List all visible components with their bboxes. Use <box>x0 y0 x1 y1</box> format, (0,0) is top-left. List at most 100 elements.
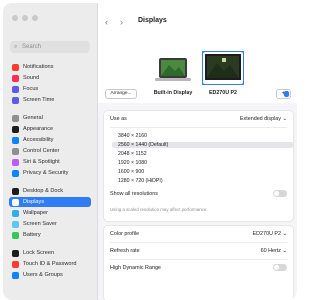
sidebar-item-users-groups[interactable]: Users & Groups <box>9 270 91 280</box>
titlebar: ‹ › Displays <box>98 3 297 38</box>
sidebar-item-control-center[interactable]: Control Center <box>9 146 91 156</box>
sidebar-item-desktop-dock[interactable]: Desktop & Dock <box>9 186 91 196</box>
battery-icon <box>12 231 19 239</box>
sidebar-item-label: Screen Time <box>23 97 55 103</box>
use-as-label: Use as <box>110 116 127 122</box>
color-profile-label: Color profile <box>110 231 140 237</box>
color-profile-popup[interactable]: ED270U P2 ⌄ <box>253 231 288 237</box>
divider <box>110 259 287 260</box>
close-window-button[interactable] <box>12 15 18 21</box>
search-icon: ⌕ <box>14 44 18 50</box>
use-as-popup[interactable]: Extended display ⌄ <box>240 116 287 122</box>
hand-icon <box>12 169 19 177</box>
resolution-option[interactable]: 1920 × 1080 <box>118 160 147 166</box>
hdr-label: High Dynamic Range <box>110 265 161 271</box>
sidebar-item-screen-time[interactable]: Screen Time <box>9 95 91 105</box>
sidebar-item-label: Screen Saver <box>23 221 57 227</box>
moon-icon <box>12 85 19 93</box>
gear-icon <box>12 114 19 122</box>
sidebar-item-wallpaper[interactable]: Wallpaper <box>9 208 91 218</box>
appearance-icon <box>12 125 19 133</box>
screensaver-icon <box>12 220 19 228</box>
scaled-resolution-note: Using a scaled resolution may affect per… <box>110 207 208 212</box>
color-profile-value: ED270U P2 <box>252 231 281 237</box>
sidebar-item-label: Siri & Spotlight <box>23 159 60 165</box>
external-display-label: ED270U P2 <box>209 90 237 96</box>
display-settings-card: Color profile ED270U P2 ⌄ Refresh rate 6… <box>103 225 294 300</box>
window-controls <box>12 15 38 21</box>
resolution-option[interactable]: 1280 × 720 (HiDPI) <box>118 178 163 184</box>
forward-button[interactable]: › <box>120 17 123 27</box>
sidebar-item-notifications[interactable]: Notifications <box>9 62 91 72</box>
siri-icon <box>12 158 19 166</box>
show-all-resolutions-label: Show all resolutions <box>110 191 158 197</box>
resolution-option[interactable]: 3840 × 2160 <box>118 133 147 139</box>
settings-window: ⌕ Search Notifications Sound Focus Scree… <box>3 3 297 300</box>
sidebar-item-screen-saver[interactable]: Screen Saver <box>9 219 91 229</box>
sidebar-item-label: Focus <box>23 86 39 92</box>
resolution-option-selected[interactable]: 2560 × 1440 (Default) <box>112 142 293 148</box>
resolution-card: Use as Extended display ⌄ 3840 × 2160 25… <box>103 110 294 222</box>
sidebar-item-label: Privacy & Security <box>23 170 69 176</box>
sidebar-item-sound[interactable]: Sound <box>9 73 91 83</box>
sidebar-item-label: Control Center <box>23 148 60 154</box>
page-title: Displays <box>138 17 167 24</box>
hourglass-icon <box>12 96 19 104</box>
search-input[interactable]: ⌕ Search <box>10 41 90 53</box>
divider <box>110 127 287 128</box>
sidebar-item-label: Users & Groups <box>23 272 63 278</box>
sidebar-item-label: Desktop & Dock <box>23 188 64 194</box>
sidebar-item-accessibility[interactable]: Accessibility <box>9 135 91 145</box>
sidebar-item-privacy-security[interactable]: Privacy & Security <box>9 168 91 178</box>
speaker-icon <box>12 74 19 82</box>
builtin-display-thumbnail[interactable] <box>155 57 191 84</box>
sidebar-item-label: Notifications <box>23 64 54 70</box>
display-icon <box>12 198 19 206</box>
divider <box>110 242 287 243</box>
sidebar-item-label: Sound <box>23 75 40 81</box>
show-all-resolutions-toggle[interactable] <box>273 190 287 197</box>
sidebar-item-label: Wallpaper <box>23 210 48 216</box>
control-center-icon <box>12 147 19 155</box>
sidebar-item-general[interactable]: General <box>9 113 91 123</box>
sidebar-item-siri-spotlight[interactable]: Siri & Spotlight <box>9 157 91 167</box>
resolution-option[interactable]: 1600 × 900 <box>118 169 144 175</box>
sidebar-item-label: Battery <box>23 232 41 238</box>
sidebar-item-focus[interactable]: Focus <box>9 84 91 94</box>
use-as-value: Extended display <box>239 116 281 122</box>
sidebar-item-label: Appearance <box>23 126 54 132</box>
refresh-rate-value: 60 Hertz <box>260 248 281 254</box>
back-button[interactable]: ‹ <box>105 17 108 27</box>
chevron-down-icon <box>284 91 289 97</box>
add-display-button[interactable]: + <box>276 89 291 99</box>
sidebar-item-touch-id[interactable]: Touch ID & Password <box>9 259 91 269</box>
accessibility-icon <box>12 136 19 144</box>
dock-icon <box>12 187 19 195</box>
sidebar-item-battery[interactable]: Battery <box>9 230 91 240</box>
arrange-button[interactable]: Arrange... <box>105 89 137 99</box>
builtin-display-label: Built-in Display <box>153 90 193 96</box>
zoom-window-button[interactable] <box>32 15 38 21</box>
sidebar-item-label: Touch ID & Password <box>23 261 77 267</box>
hdr-toggle[interactable] <box>273 264 287 271</box>
updown-chevron-icon: ⌄ <box>282 231 287 237</box>
sidebar: ⌕ Search Notifications Sound Focus Scree… <box>3 3 98 300</box>
sidebar-item-displays[interactable]: Displays <box>9 197 91 207</box>
external-display-thumbnail[interactable] <box>202 51 244 85</box>
bell-icon <box>12 63 19 71</box>
minimize-window-button[interactable] <box>22 15 28 21</box>
users-icon <box>12 271 19 279</box>
sidebar-item-label: Accessibility <box>23 137 54 143</box>
sidebar-item-lock-screen[interactable]: Lock Screen <box>9 248 91 258</box>
sidebar-item-label: Displays <box>23 199 45 205</box>
refresh-rate-popup[interactable]: 60 Hertz ⌄ <box>261 248 287 254</box>
lock-icon <box>12 249 19 257</box>
refresh-rate-label: Refresh rate <box>110 248 140 254</box>
updown-chevron-icon: ⌄ <box>282 116 287 122</box>
wallpaper-icon <box>12 209 19 217</box>
updown-chevron-icon: ⌄ <box>282 248 287 254</box>
sidebar-item-appearance[interactable]: Appearance <box>9 124 91 134</box>
sidebar-item-label: Lock Screen <box>23 250 55 256</box>
fingerprint-icon <box>12 260 19 268</box>
resolution-option[interactable]: 2048 × 1152 <box>118 151 147 157</box>
